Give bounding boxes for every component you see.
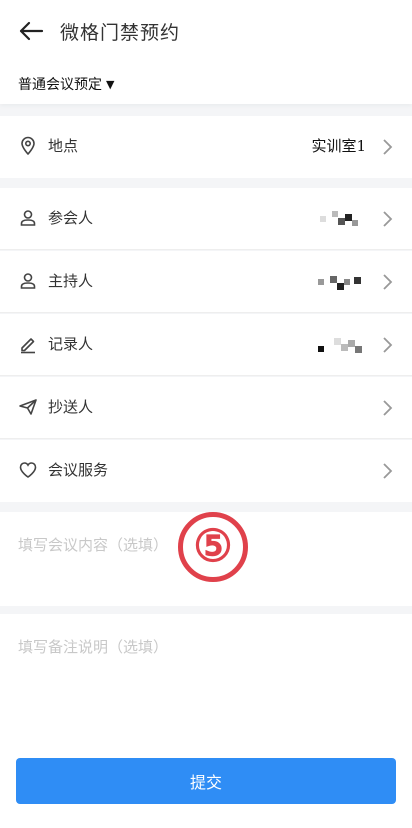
chevron-right-icon: [383, 400, 393, 416]
cc-row[interactable]: 抄送人: [0, 377, 412, 439]
chevron-right-icon: [383, 139, 393, 155]
send-icon: [19, 399, 37, 415]
host-label: 主持人: [48, 272, 94, 290]
host-value-redacted: [318, 273, 366, 291]
chevron-right-icon: [383, 211, 393, 227]
person-icon: [20, 273, 36, 289]
participants-label: 参会人: [48, 209, 94, 227]
header: 微格门禁预约 普通会议预定 ▼: [0, 0, 412, 104]
recorder-value-redacted: [318, 336, 366, 354]
location-label: 地点: [48, 137, 79, 155]
person-icon: [20, 210, 36, 226]
location-value: 实训室1: [311, 137, 366, 155]
page-title: 微格门禁预约: [60, 22, 181, 44]
cc-label: 抄送人: [48, 398, 94, 416]
meeting-content-placeholder: 填写会议内容（选填）: [18, 536, 169, 554]
arrow-left-icon: [19, 21, 44, 41]
host-row[interactable]: 主持人: [0, 251, 412, 313]
location-pin-icon: [21, 136, 35, 156]
step-number: ⑤: [193, 522, 233, 571]
participants-value-redacted: [318, 210, 366, 228]
heart-icon: [19, 462, 37, 478]
back-button[interactable]: [16, 16, 46, 46]
remark-textarea[interactable]: 填写备注说明（选填）: [0, 614, 412, 742]
meeting-type-label: 普通会议预定: [18, 77, 102, 93]
divider: [0, 249, 412, 250]
remark-placeholder: 填写备注说明（选填）: [18, 638, 169, 656]
step-number-badge: ⑤: [178, 512, 248, 582]
submit-button[interactable]: 提交: [16, 758, 396, 804]
pencil-icon: [21, 338, 35, 354]
meeting-service-label: 会议服务: [48, 461, 109, 479]
recorder-label: 记录人: [48, 335, 94, 353]
bottom-bar: 提交: [0, 742, 412, 828]
divider: [0, 438, 412, 439]
location-row[interactable]: 地点 实训室1: [0, 116, 412, 178]
meeting-service-row[interactable]: 会议服务: [0, 440, 412, 502]
divider: [0, 375, 412, 376]
caret-down-icon: ▼: [106, 77, 115, 91]
chevron-right-icon: [383, 337, 393, 353]
divider: [0, 312, 412, 313]
chevron-right-icon: [383, 463, 393, 479]
chevron-right-icon: [383, 274, 393, 290]
participants-row[interactable]: 参会人: [0, 188, 412, 250]
meeting-type-dropdown[interactable]: 普通会议预定 ▼: [18, 74, 114, 94]
recorder-row[interactable]: 记录人: [0, 314, 412, 376]
